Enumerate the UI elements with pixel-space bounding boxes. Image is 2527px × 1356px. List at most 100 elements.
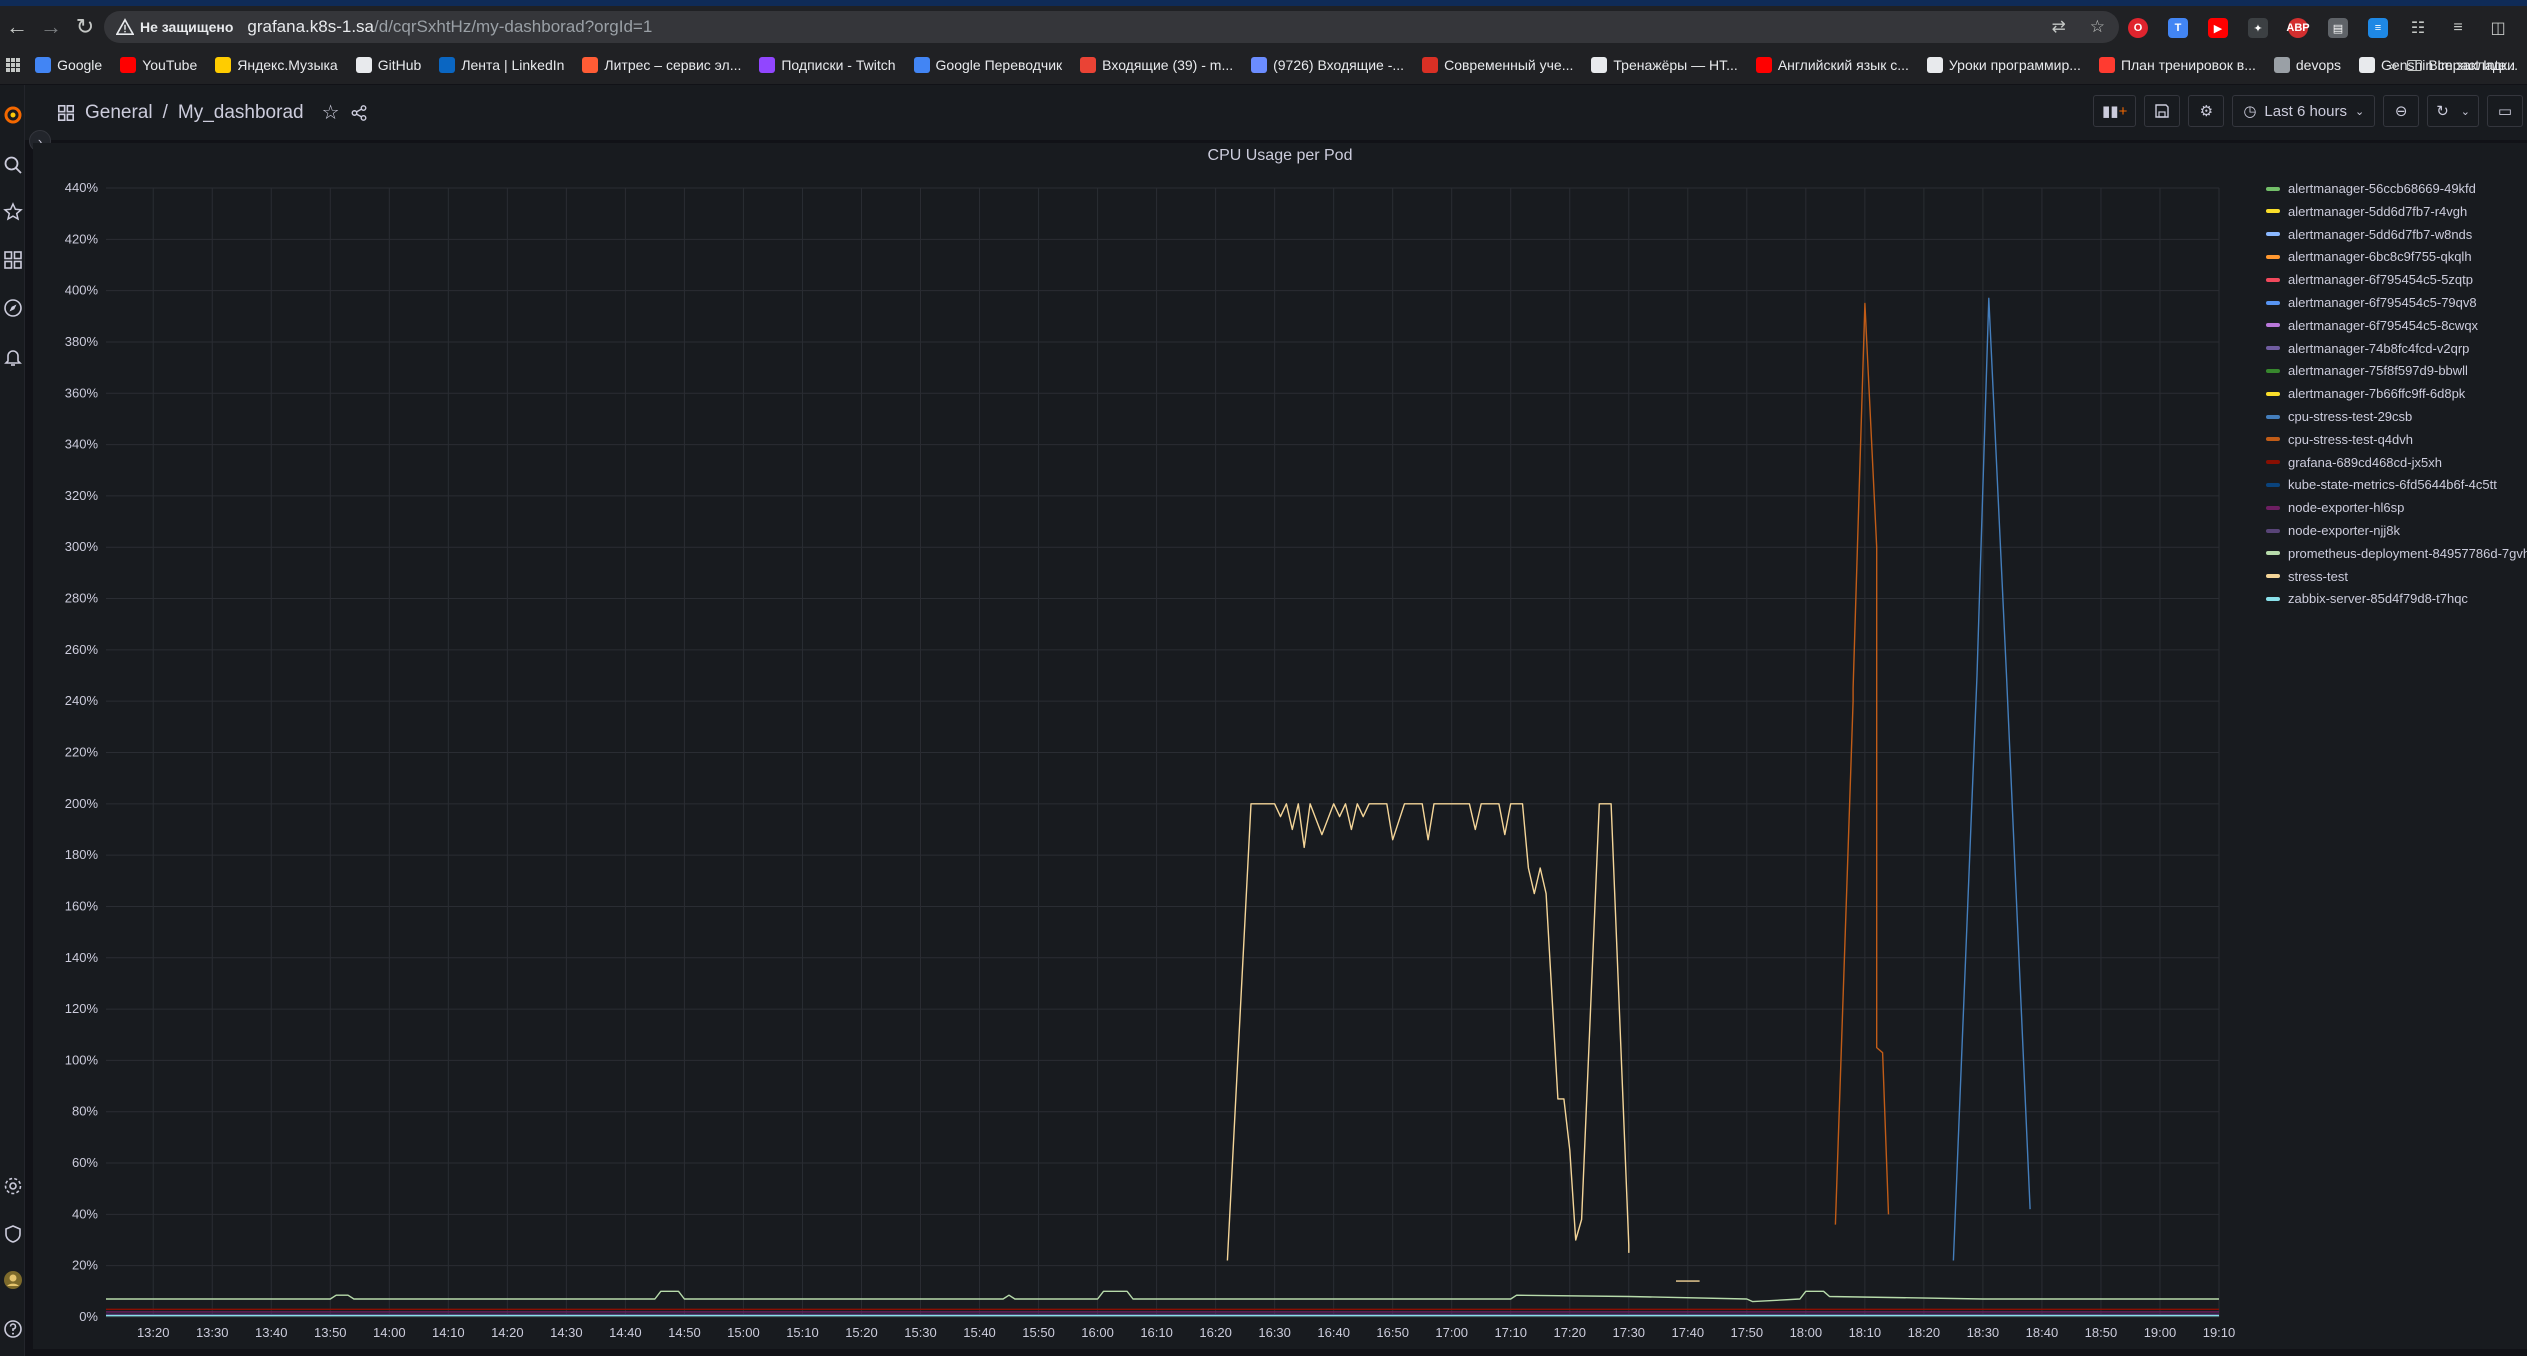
legend-item[interactable]: alertmanager-6f795454c5-8cwqx [2266,318,2478,333]
vscode-extension-icon[interactable]: ≡ [2368,18,2388,38]
adblock-extension-icon[interactable]: ABP [2286,18,2310,38]
dashboard-settings-button[interactable]: ⚙ [2188,95,2225,127]
x-tick-label: 14:40 [609,1325,642,1340]
legend-item[interactable]: grafana-689cd468cd-jx5xh [2266,455,2442,470]
x-tick-label: 14:30 [550,1325,583,1340]
help-icon[interactable] [3,1319,23,1339]
legend-item[interactable]: node-exporter-hl6sp [2266,500,2404,515]
legend-item[interactable]: cpu-stress-test-q4dvh [2266,432,2413,447]
x-tick-label: 15:10 [786,1325,819,1340]
arrow-right-icon: → [40,14,62,39]
legend-item[interactable]: prometheus-deployment-84957786d-7gvht [2266,546,2527,561]
time-range-picker[interactable]: ◷ Last 6 hours ⌄ [2232,95,2376,127]
legend-label: alertmanager-74b8fc4fcd-v2qrp [2288,340,2470,356]
legend-label: alertmanager-5dd6d7fb7-w8nds [2288,226,2473,242]
puzzle-icon[interactable]: ☷ [2408,18,2428,38]
save-dashboard-button[interactable] [2144,95,2181,127]
opera-extension-icon[interactable]: O [2128,18,2148,38]
bookmark-item[interactable]: Подписки - Twitch [750,57,904,73]
star-dashboard-icon[interactable]: ☆ [322,100,340,125]
legend-swatch [2266,460,2280,465]
x-tick-label: 14:50 [668,1325,701,1340]
rocket-extension-icon[interactable]: ✦ [2248,18,2268,38]
bookmark-item[interactable]: Литрес – сервис эл... [573,57,750,73]
tv-mode-button[interactable]: ▭ [2487,95,2523,127]
legend-item[interactable]: node-exporter-njj8k [2266,523,2400,538]
legend-item[interactable]: stress-test [2266,569,2348,584]
dashboards-icon[interactable] [3,250,23,270]
translate-icon[interactable]: ⇄ [2052,17,2066,37]
legend-item[interactable]: alertmanager-75f8f597d9-bbwll [2266,363,2468,378]
dashboard-navbar: General / My_dashborad ☆ ▮▮+ ⚙ ◷ Last 6 … [25,85,2527,140]
bookmark-item[interactable]: План тренировок в... [2090,57,2265,73]
search-icon[interactable] [3,155,23,175]
forward-button[interactable]: → [34,10,68,44]
back-button[interactable]: ← [0,10,34,44]
explore-icon[interactable] [3,298,23,318]
bookmark-item[interactable]: Лента | LinkedIn [430,57,573,73]
x-tick-label: 14:10 [432,1325,465,1340]
x-tick-label: 16:20 [1199,1325,1232,1340]
bookmark-label: Входящие (39) - m... [1102,57,1234,73]
bookmark-item[interactable]: Яндекс.Музыка [206,57,347,73]
security-indicator[interactable]: Не защищено [116,18,247,36]
legend-item[interactable]: cpu-stress-test-29csb [2266,409,2412,424]
bookmark-label: Английский язык c... [1777,57,1909,73]
legend-item[interactable]: kube-state-metrics-6fd5644b6f-4c5tt [2266,477,2497,492]
bookmark-item[interactable]: Современный учe... [1413,57,1582,73]
breadcrumb-folder-link[interactable]: General [85,102,153,124]
legend-item[interactable]: alertmanager-74b8fc4fcd-v2qrp [2266,341,2469,356]
bookmark-favicon-icon [582,57,599,73]
bookmark-item[interactable]: Английский язык c... [1747,57,1918,73]
legend-item[interactable]: alertmanager-6f795454c5-5zqtp [2266,272,2473,287]
apps-grid-icon[interactable] [0,57,26,73]
grafana-logo-icon[interactable] [3,105,23,125]
x-tick-label: 13:50 [314,1325,347,1340]
bookmark-item[interactable]: Google [26,57,111,73]
user-avatar[interactable] [3,1270,23,1290]
share-icon[interactable] [350,104,368,122]
bookmark-label: Лента | LinkedIn [461,57,565,73]
legend-item[interactable]: alertmanager-6bc8c9f755-qkqlh [2266,249,2472,264]
dashboard-title[interactable]: My_dashborad [178,102,304,124]
bookmark-item[interactable]: YouTube [111,57,206,73]
reload-button[interactable]: ↻ [68,10,102,44]
starred-icon[interactable] [3,202,23,222]
bookmark-item[interactable]: (9726) Входящие -... [1242,57,1413,73]
series-line [1952,297,2031,1261]
sidebar-icon[interactable]: ◫ [2488,18,2508,38]
add-panel-button[interactable]: ▮▮+ [2093,95,2137,127]
refresh-button[interactable]: ↻ ⌄ [2427,95,2479,127]
legend-item[interactable]: alertmanager-5dd6d7fb7-w8nds [2266,227,2472,242]
bookmark-star-icon[interactable]: ☆ [2090,17,2105,37]
bookmark-item[interactable]: Уроки программир... [1918,57,2090,73]
alerting-bell-icon[interactable] [3,347,23,367]
bookmark-item[interactable]: Google Переводчик [905,57,1072,73]
legend-item[interactable]: alertmanager-56ccb68669-49kfd [2266,181,2476,196]
gauge-extension-icon[interactable]: ▤ [2328,18,2348,38]
configuration-gear-icon[interactable] [3,1176,23,1196]
legend-item[interactable]: zabbix-server-85d4f79d8-t7hqc [2266,591,2468,606]
cpu-usage-chart[interactable]: 0% 20% 40% 60% 80% 100% 120% 140% 160% 180% 200% 22… [33,143,2527,1349]
legend-item[interactable]: alertmanager-5dd6d7fb7-r4vgh [2266,204,2467,219]
bookmark-item[interactable]: Входящие (39) - m... [1071,57,1242,73]
legend-item[interactable]: alertmanager-6f795454c5-79qv8 [2266,295,2477,310]
bookmark-item[interactable]: GitHub [347,57,431,73]
bookmark-item[interactable]: devops [2265,57,2350,73]
bookmark-label: Современный учe... [1444,57,1574,73]
legend-item[interactable]: alertmanager-7b66ffc9ff-6d8pk [2266,386,2465,401]
refresh-interval-chevron-icon[interactable]: ⌄ [2461,105,2470,118]
zoom-out-button[interactable]: ⊖ [2383,95,2420,127]
server-admin-shield-icon[interactable] [3,1224,23,1244]
bookmarks-more-icon[interactable]: » [2390,57,2398,73]
translate-extension-icon[interactable]: T [2168,18,2188,38]
x-tick-label: 17:30 [1613,1325,1646,1340]
bookmark-favicon-icon [913,57,930,73]
all-bookmarks-folder[interactable]: Все закладки [2407,57,2515,73]
address-bar[interactable]: Не защищено grafana.k8s-1.sa/d/cqrSxhtHz… [104,11,2119,43]
bookmark-item[interactable]: Тренажёры — HT... [1582,57,1746,73]
media-controls-icon[interactable]: ≡ [2448,18,2468,38]
youtube-extension-icon[interactable]: ▶ [2208,18,2228,38]
bookmark-favicon-icon [1422,57,1439,73]
legend-swatch [2266,574,2280,579]
